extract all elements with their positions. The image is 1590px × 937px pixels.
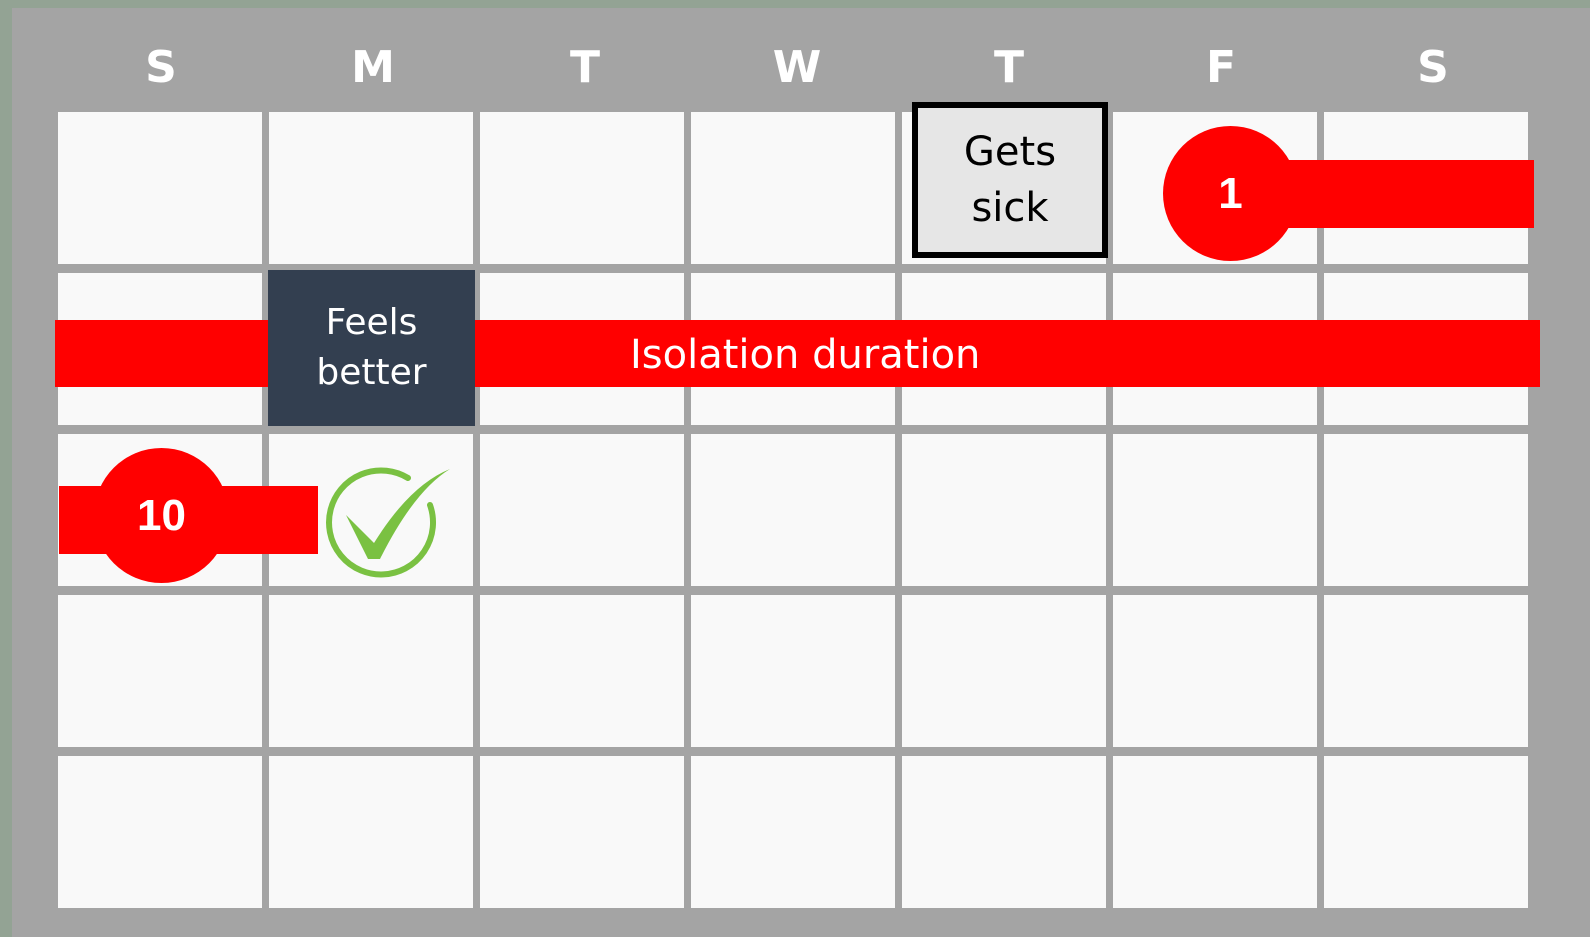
gets-sick-event: Gets sick <box>912 102 1108 258</box>
day-header-fri: F <box>1205 42 1237 93</box>
calendar-cell <box>1113 756 1317 908</box>
gets-sick-line1: Gets <box>963 129 1057 175</box>
calendar-cell <box>269 756 473 908</box>
calendar-cell <box>691 595 895 747</box>
calendar-cell <box>691 434 895 586</box>
day-header-tue: T <box>569 42 600 93</box>
calendar-cell <box>58 756 262 908</box>
calendar-cell <box>902 434 1106 586</box>
calendar-cell <box>58 112 262 264</box>
calendar-cell <box>691 112 895 264</box>
day-one-marker: 1 <box>1163 126 1298 261</box>
calendar-cell <box>1113 595 1317 747</box>
calendar-cell <box>480 756 684 908</box>
day-header-sat: S <box>1417 42 1449 93</box>
calendar-cell <box>480 434 684 586</box>
calendar-cell <box>902 756 1106 908</box>
feels-better-line1: Feels <box>325 302 418 343</box>
feels-better-event: Feels better <box>268 270 475 426</box>
day-header-thu: T <box>993 42 1024 93</box>
day-header-sun: S <box>145 42 177 93</box>
calendar-cell <box>58 595 262 747</box>
check-circle-icon <box>326 467 450 578</box>
day-header-wed: W <box>772 42 822 93</box>
gets-sick-line2: sick <box>971 185 1049 231</box>
isolation-bar-week1 <box>1272 160 1534 228</box>
calendar-cell <box>902 595 1106 747</box>
feels-better-line2: better <box>316 352 427 393</box>
calendar-cell <box>1324 434 1528 586</box>
calendar-cell <box>480 112 684 264</box>
calendar-cell <box>691 756 895 908</box>
day-ten-marker: 10 <box>94 448 229 583</box>
calendar-cell <box>269 595 473 747</box>
calendar-cell <box>269 112 473 264</box>
calendar-cell <box>1113 434 1317 586</box>
isolation-duration-label: Isolation duration <box>630 332 981 378</box>
day-header-mon: M <box>351 42 395 93</box>
calendar-cell <box>1324 595 1528 747</box>
calendar-cell <box>1324 756 1528 908</box>
calendar-cell <box>480 595 684 747</box>
